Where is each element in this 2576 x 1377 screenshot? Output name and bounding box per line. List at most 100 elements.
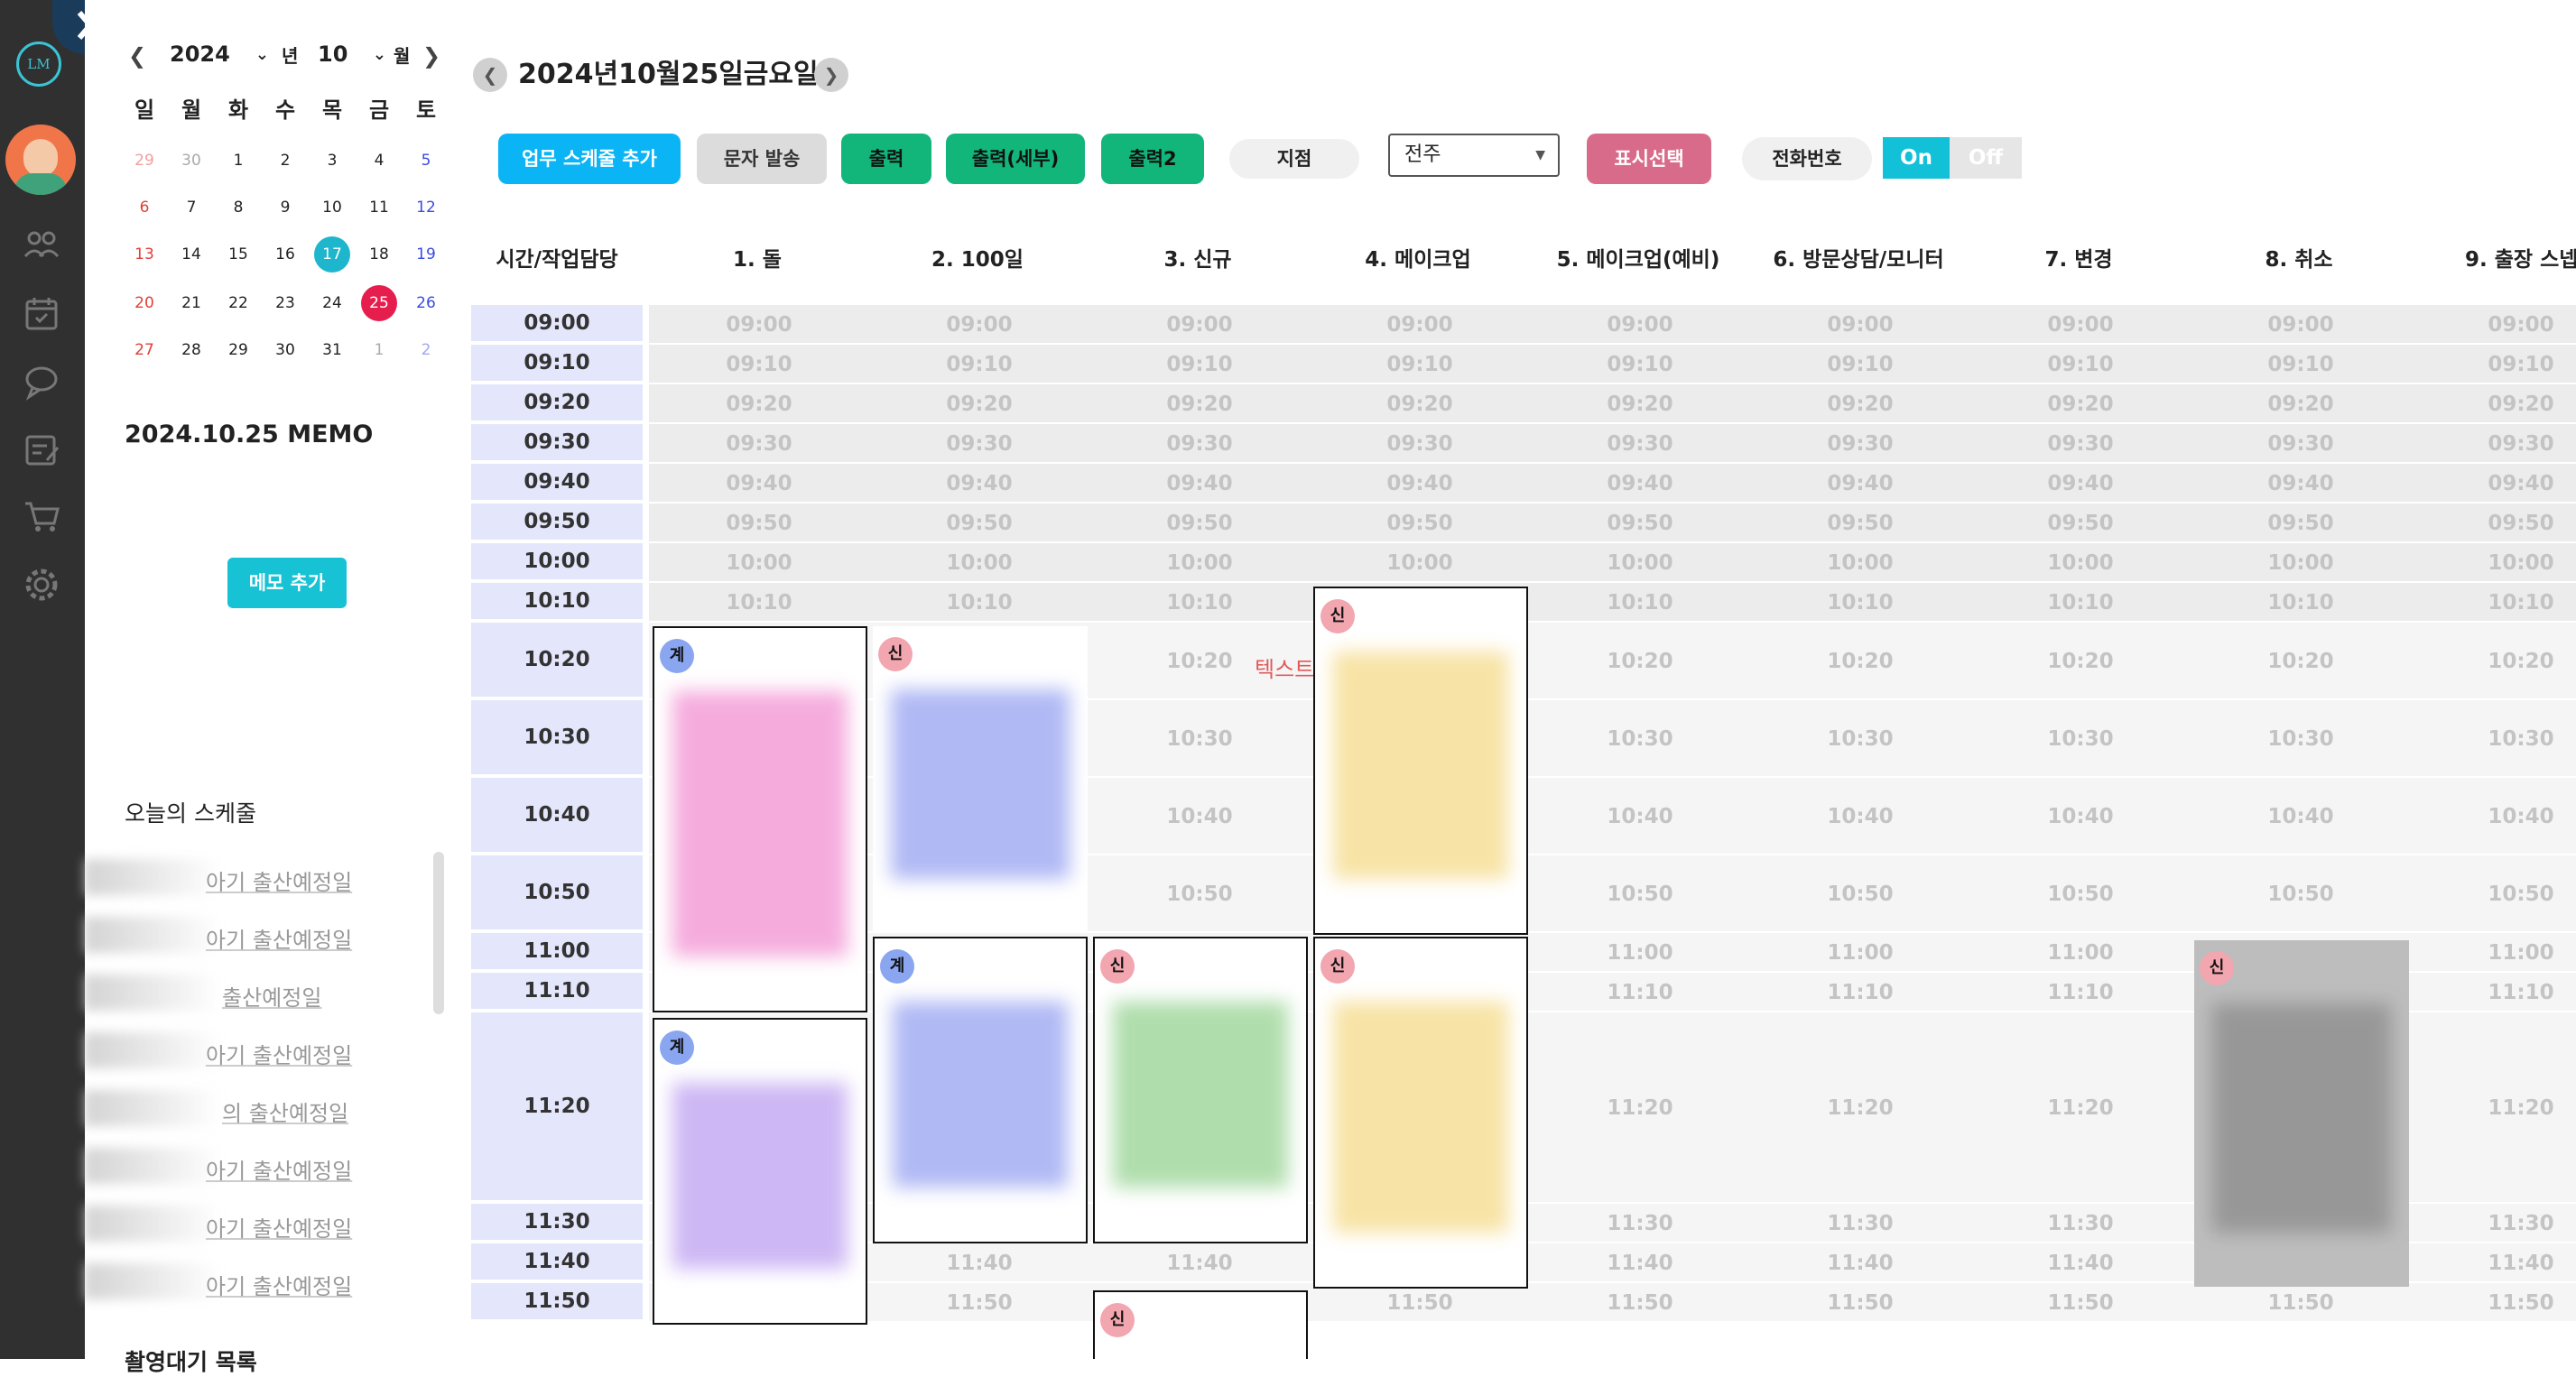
time-slot[interactable]: 11:10: [2411, 973, 2576, 1012]
calendar-day[interactable]: 17: [314, 236, 350, 273]
time-slot[interactable]: 10:30: [2191, 700, 2411, 778]
gear-icon[interactable]: [20, 563, 63, 606]
calendar-day[interactable]: 26: [408, 285, 444, 321]
time-slot[interactable]: 10:50: [2411, 855, 2576, 933]
time-slot[interactable]: 11:40: [2411, 1243, 2576, 1283]
time-slot[interactable]: 11:30: [1970, 1204, 2191, 1243]
time-slot[interactable]: 11:40: [1970, 1243, 2191, 1283]
time-slot[interactable]: 10:10: [2411, 583, 2576, 623]
time-slot[interactable]: 10:00: [649, 543, 869, 583]
time-slot[interactable]: 10:10: [1089, 583, 1310, 623]
time-slot[interactable]: 10:10: [1970, 583, 2191, 623]
time-slot[interactable]: 10:20: [1750, 623, 1970, 700]
calendar-day[interactable]: 1: [361, 332, 397, 368]
time-slot[interactable]: 10:40: [1530, 778, 1750, 855]
time-slot[interactable]: 09:00: [2411, 305, 2576, 345]
time-slot[interactable]: 09:00: [649, 305, 869, 345]
time-slot[interactable]: 11:00: [1970, 933, 2191, 973]
time-slot[interactable]: 10:30: [1089, 700, 1310, 778]
time-slot[interactable]: 10:20: [1970, 623, 2191, 700]
calendar-day[interactable]: 30: [173, 143, 209, 179]
print-button[interactable]: 출력: [841, 134, 931, 184]
print2-button[interactable]: 출력2: [1101, 134, 1204, 184]
time-slot[interactable]: 11:20: [2411, 1012, 2576, 1204]
calendar-day[interactable]: 12: [408, 189, 444, 226]
time-slot[interactable]: 09:50: [1970, 504, 2191, 543]
calendar-day[interactable]: 10: [314, 189, 350, 226]
time-slot[interactable]: 09:20: [2411, 384, 2576, 424]
time-slot[interactable]: 11:20: [1530, 1012, 1750, 1204]
toggle-off[interactable]: Off: [1950, 137, 2022, 179]
time-slot[interactable]: 10:20: [2191, 623, 2411, 700]
time-slot[interactable]: 09:30: [1970, 424, 2191, 464]
time-slot[interactable]: 10:40: [2191, 778, 2411, 855]
calendar-day[interactable]: 16: [267, 236, 303, 273]
time-slot[interactable]: 10:00: [2191, 543, 2411, 583]
time-slot[interactable]: 11:30: [1530, 1204, 1750, 1243]
calendar-icon[interactable]: [20, 292, 63, 336]
time-slot[interactable]: 09:50: [649, 504, 869, 543]
time-slot[interactable]: 10:40: [1750, 778, 1970, 855]
time-slot[interactable]: 09:10: [2411, 345, 2576, 384]
appointment-card[interactable]: 신: [873, 626, 1088, 933]
time-slot[interactable]: 11:50: [2411, 1283, 2576, 1323]
schedule-list-item[interactable]: 아기 출산예정일: [125, 1211, 477, 1243]
time-slot[interactable]: 09:30: [1310, 424, 1530, 464]
time-slot[interactable]: 09:40: [1750, 464, 1970, 504]
calendar-day[interactable]: 15: [220, 236, 256, 273]
time-slot[interactable]: 09:10: [869, 345, 1089, 384]
time-slot[interactable]: 10:20: [1530, 623, 1750, 700]
calendar-day[interactable]: 28: [173, 332, 209, 368]
schedule-list-item[interactable]: 아기 출산예정일: [125, 1153, 477, 1185]
calendar-day[interactable]: 4: [361, 143, 397, 179]
appointment-card[interactable]: 신: [2194, 940, 2409, 1287]
time-slot[interactable]: 09:40: [2191, 464, 2411, 504]
time-slot[interactable]: 10:40: [1970, 778, 2191, 855]
time-slot[interactable]: 09:20: [1530, 384, 1750, 424]
schedule-list-item[interactable]: 출산예정일: [125, 980, 493, 1012]
phone-toggle[interactable]: On Off: [1883, 137, 2022, 179]
time-slot[interactable]: 11:20: [1970, 1012, 2191, 1204]
calendar-day[interactable]: 23: [267, 285, 303, 321]
time-slot[interactable]: 10:00: [1750, 543, 1970, 583]
calendar-day[interactable]: 19: [408, 236, 444, 273]
time-slot[interactable]: 09:50: [1530, 504, 1750, 543]
calendar-day[interactable]: 25: [361, 285, 397, 321]
appointment-card[interactable]: 계: [653, 626, 867, 1012]
time-slot[interactable]: 11:50: [1530, 1283, 1750, 1323]
time-slot[interactable]: 09:20: [1970, 384, 2191, 424]
avatar[interactable]: [5, 125, 76, 195]
appointment-card[interactable]: 신: [1093, 1290, 1308, 1359]
time-slot[interactable]: 09:40: [1089, 464, 1310, 504]
time-slot[interactable]: 10:50: [1750, 855, 1970, 933]
schedule-list-item[interactable]: 아기 출산예정일: [125, 864, 477, 896]
time-slot[interactable]: 11:20: [1750, 1012, 1970, 1204]
time-slot[interactable]: 10:30: [1750, 700, 1970, 778]
time-slot[interactable]: 09:10: [1970, 345, 2191, 384]
time-slot[interactable]: 09:20: [1750, 384, 1970, 424]
display-select-button[interactable]: 표시선택: [1587, 134, 1711, 184]
time-slot[interactable]: 10:10: [1530, 583, 1750, 623]
time-slot[interactable]: 10:00: [1970, 543, 2191, 583]
calendar-day[interactable]: 13: [126, 236, 162, 273]
time-slot[interactable]: 10:10: [869, 583, 1089, 623]
time-slot[interactable]: 10:50: [2191, 855, 2411, 933]
time-slot[interactable]: 09:30: [1530, 424, 1750, 464]
month-select[interactable]: 10 ⌄: [318, 42, 386, 67]
time-slot[interactable]: 09:40: [1310, 464, 1530, 504]
time-slot[interactable]: 09:20: [2191, 384, 2411, 424]
time-slot[interactable]: 10:40: [2411, 778, 2576, 855]
time-slot[interactable]: 10:00: [1530, 543, 1750, 583]
time-slot[interactable]: 09:30: [2191, 424, 2411, 464]
notes-icon[interactable]: [20, 428, 63, 471]
time-slot[interactable]: 10:50: [1089, 855, 1310, 933]
time-slot[interactable]: 09:00: [2191, 305, 2411, 345]
time-slot[interactable]: 10:00: [1310, 543, 1530, 583]
time-slot[interactable]: 11:40: [1089, 1243, 1310, 1283]
time-slot[interactable]: 11:00: [1530, 933, 1750, 973]
add-schedule-button[interactable]: 업무 스케줄 추가: [498, 134, 681, 184]
time-slot[interactable]: 11:40: [1530, 1243, 1750, 1283]
time-slot[interactable]: 09:00: [1970, 305, 2191, 345]
time-slot[interactable]: 09:50: [1089, 504, 1310, 543]
calendar-day[interactable]: 18: [361, 236, 397, 273]
